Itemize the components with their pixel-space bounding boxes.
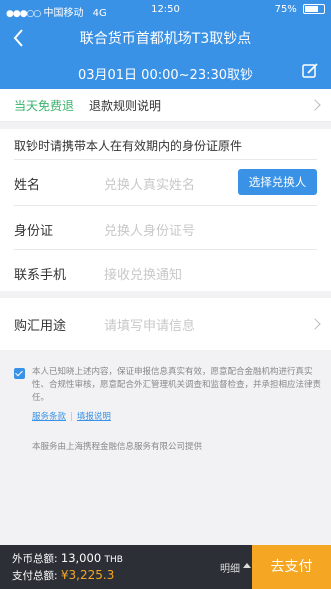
status-bar: ●●●○○ 中国移动 4G 12:50 75%: [0, 0, 331, 20]
battery-icon: [303, 4, 325, 14]
filing-guide-link[interactable]: 填报说明: [77, 412, 111, 422]
foreign-total-amount: 13,000: [60, 551, 102, 565]
id-label: 身份证: [14, 224, 54, 239]
foreign-total: 外币总额: 13,000 THB: [12, 551, 123, 566]
purpose-input[interactable]: 请填写申请信息: [104, 315, 195, 334]
pickup-time-header: 03月01日 00:00~23:30取钞: [0, 54, 331, 89]
purpose-row[interactable]: 购汇用途 请填写申请信息: [0, 298, 331, 350]
choose-exchanger-button[interactable]: 选择兑换人: [238, 169, 317, 195]
agreement-links: 服务条款 | 填报说明: [32, 410, 111, 422]
pickup-time: 03月01日 00:00~23:30取钞: [77, 68, 254, 83]
pay-total: 支付总额: ¥3,225.3: [12, 568, 114, 583]
id-number-input[interactable]: 兑换人身份证号: [104, 220, 195, 239]
chevron-up-icon[interactable]: [243, 563, 251, 568]
service-terms-link[interactable]: 服务条款: [32, 412, 66, 422]
agreement-checkbox[interactable]: [14, 368, 25, 379]
phone-input[interactable]: 接收兑换通知: [104, 264, 182, 283]
divider: [14, 159, 317, 160]
page-title: 联合货币首都机场T3取钞点: [79, 31, 252, 47]
refund-notice-row[interactable]: 当天免费退 退款规则说明: [0, 89, 331, 122]
edit-icon[interactable]: [301, 62, 319, 80]
back-arrow-icon[interactable]: [12, 26, 26, 50]
phone-label: 联系手机: [14, 268, 67, 283]
free-refund-label: 当天免费退: [14, 99, 75, 113]
detail-toggle[interactable]: 明细: [220, 560, 240, 575]
link-separator: |: [70, 412, 73, 422]
name-label: 姓名: [14, 178, 41, 193]
battery-info: 75%: [275, 4, 325, 15]
chevron-right-icon: [309, 318, 321, 330]
divider: [14, 249, 317, 250]
chevron-right-icon: [309, 99, 321, 111]
foreign-total-label: 外币总额:: [12, 553, 58, 565]
battery-percent: 75%: [274, 4, 297, 15]
provider-note: 本服务由上海携程金融信息服务有限公司提供: [32, 442, 203, 452]
nav-bar: 联合货币首都机场T3取钞点: [0, 20, 331, 54]
name-input[interactable]: 兑换人真实姓名: [104, 174, 195, 193]
pay-total-label: 支付总额:: [12, 570, 58, 582]
refund-rules-link[interactable]: 退款规则说明: [89, 97, 161, 114]
checkout-bar: 外币总额: 13,000 THB 支付总额: ¥3,225.3 明细 去支付: [0, 545, 331, 589]
identity-form: 取钞时请携带本人在有效期内的身份证原件 姓名 兑换人真实姓名 选择兑换人 身份证…: [0, 129, 331, 291]
id-hint: 取钞时请携带本人在有效期内的身份证原件: [14, 139, 243, 153]
agreement-text: 本人已知晓上述内容，保证申报信息真实有效，愿意配合金融机构进行真实性、合规性审核…: [32, 367, 322, 403]
foreign-currency: THB: [104, 555, 123, 565]
purpose-label: 购汇用途: [14, 319, 67, 334]
pay-total-amount: ¥3,225.3: [60, 568, 115, 582]
pay-button[interactable]: 去支付: [252, 545, 331, 589]
divider: [14, 205, 317, 206]
